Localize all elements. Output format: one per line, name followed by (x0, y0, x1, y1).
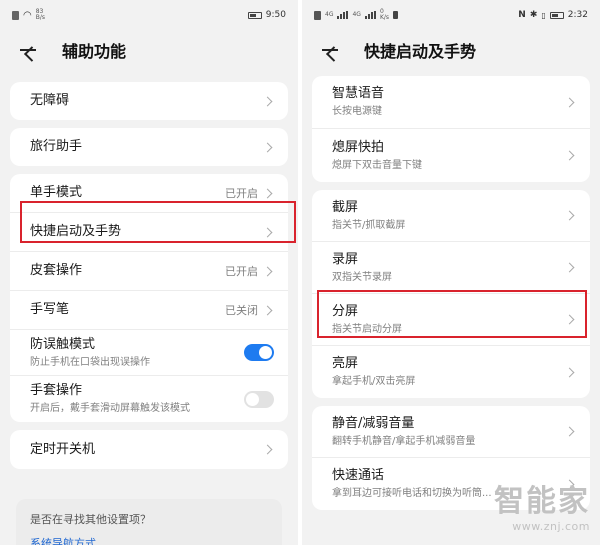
suggestion-question: 是否在寻找其他设置项？ (30, 513, 151, 526)
row-title: 录屏 (332, 251, 359, 267)
row-title: 定时开关机 (30, 441, 96, 457)
row-title: 分屏 (332, 303, 359, 319)
clock: 9:50 (265, 10, 286, 20)
row-title: 快速通话 (332, 468, 385, 483)
chevron-right-icon (564, 150, 575, 161)
row-smart-voice[interactable]: 智慧语音 长按电源键 (312, 76, 590, 129)
row-subtitle: 防止手机在口袋出现误操作 (30, 356, 150, 368)
row-title: 手套操作 (30, 383, 83, 398)
row-title: 无障碍 (30, 93, 70, 108)
wifi-icon: ◠ (23, 9, 32, 21)
row-accidental-touch[interactable]: 防误触模式 防止手机在口袋出现误操作 (10, 330, 288, 376)
watermark: 智能家 www.znj.com (494, 484, 590, 534)
sim-icon (314, 10, 321, 20)
status-bar: 4G 4G 0 K/s N ✱ ▯ 2:32 (302, 0, 600, 30)
battery-icon (247, 11, 262, 19)
row-mute-volume[interactable]: 静音/减弱音量 翻转手机静音/拿起手机减弱音量 (312, 406, 590, 458)
row-scheduled-power[interactable]: 定时开关机 (10, 430, 288, 469)
row-title: 截屏 (332, 199, 359, 215)
row-subtitle: 指关节/抓取截屏 (332, 219, 406, 231)
signal-icon (337, 11, 349, 19)
glove-mode-toggle[interactable] (244, 390, 274, 408)
chevron-right-icon (262, 227, 273, 237)
bluetooth-icon: ✱ (529, 10, 538, 20)
row-title: 单手模式 (30, 185, 83, 200)
row-status: 已开启 (225, 187, 258, 200)
page-title: 快捷启动及手势 (364, 42, 477, 61)
row-status: 已关闭 (225, 304, 258, 317)
row-title: 亮屏 (332, 356, 359, 371)
chevron-right-icon (262, 266, 273, 276)
row-subtitle: 长按电源键 (332, 106, 382, 117)
chevron-right-icon (564, 314, 575, 325)
row-subtitle: 翻转手机静音/拿起手机减弱音量 (332, 435, 476, 447)
battery-icon (549, 11, 564, 19)
row-accessibility[interactable]: 无障碍 (10, 82, 288, 120)
settings-group: 截屏 指关节/抓取截屏 录屏 双指关节录屏 分屏 指关节启动分屏 亮屏 拿起手机… (312, 190, 590, 398)
chevron-right-icon (262, 142, 273, 152)
left-screen: ◠ 83 B/s 9:50 辅助功能 无障碍 旅行助手 单手模式 已开启 快捷启… (0, 0, 298, 545)
row-stylus[interactable]: 手写笔 已关闭 (10, 291, 288, 330)
chevron-right-icon (564, 426, 575, 437)
row-split-screen[interactable]: 分屏 指关节启动分屏 (312, 294, 590, 346)
row-subtitle: 熄屏下双击音量下键 (332, 159, 422, 171)
status-bar: ◠ 83 B/s 9:50 (0, 0, 298, 30)
row-title: 智慧语音 (332, 86, 385, 101)
row-subtitle: 双指关节录屏 (332, 271, 392, 283)
right-screen: 4G 4G 0 K/s N ✱ ▯ 2:32 快捷启动及手势 智慧语音 长按电源… (302, 0, 600, 545)
vibrate-icon: ▯ (541, 10, 546, 20)
row-title: 防误触模式 (30, 336, 96, 352)
settings-group: 无障碍 (10, 82, 288, 120)
row-glove-mode[interactable]: 手套操作 开启后，戴手套滑动屏幕触发该模式 (10, 376, 288, 422)
row-title: 快捷启动及手势 (30, 224, 122, 239)
chevron-right-icon (564, 210, 575, 221)
row-title: 静音/减弱音量 (332, 415, 415, 431)
net-speed-unit: B/s (35, 14, 45, 21)
chevron-right-icon (262, 444, 273, 455)
row-title: 旅行助手 (30, 139, 83, 154)
row-wake-screen[interactable]: 亮屏 拿起手机/双击亮屏 (312, 346, 590, 398)
row-subtitle: 开启后，戴手套滑动屏幕触发该模式 (30, 403, 190, 414)
notification-icon (393, 11, 399, 19)
watermark-url: www.znj.com (512, 520, 590, 533)
settings-group: 定时开关机 (10, 430, 288, 469)
back-arrow-icon[interactable] (18, 40, 38, 60)
chevron-right-icon (564, 97, 575, 107)
nav-method-link[interactable]: 系统导航方式 (30, 535, 268, 545)
row-subtitle: 拿起手机/双击亮屏 (332, 376, 416, 387)
row-status: 已开启 (225, 265, 258, 278)
row-shortcuts-gestures[interactable]: 快捷启动及手势 (10, 213, 288, 252)
row-title: 熄屏快拍 (332, 139, 385, 155)
network-type: 4G (352, 11, 361, 18)
settings-group: 单手模式 已开启 快捷启动及手势 皮套操作 已开启 手写笔 已关闭 防误触模式 (10, 174, 288, 422)
clock: 2:32 (567, 10, 588, 20)
chevron-right-icon (262, 96, 273, 106)
chevron-right-icon (262, 188, 273, 198)
row-travel-assistant[interactable]: 旅行助手 (10, 128, 288, 166)
row-one-hand-mode[interactable]: 单手模式 已开启 (10, 174, 288, 213)
row-subtitle: 指关节启动分屏 (332, 323, 402, 335)
chevron-right-icon (564, 262, 575, 273)
row-screenshot[interactable]: 截屏 指关节/抓取截屏 (312, 190, 590, 242)
network-type: 4G (325, 11, 334, 18)
net-speed-unit: K/s (379, 14, 390, 21)
chevron-right-icon (262, 305, 273, 315)
nfc-icon: N (518, 10, 526, 20)
chevron-right-icon (564, 367, 575, 377)
signal-icon (364, 11, 376, 19)
back-arrow-icon[interactable] (320, 40, 340, 60)
suggestion-card: 是否在寻找其他设置项？ 系统导航方式 (16, 499, 282, 545)
settings-group: 智慧语音 长按电源键 熄屏快拍 熄屏下双击音量下键 (312, 76, 590, 182)
sim-icon (12, 10, 19, 20)
row-cover-operation[interactable]: 皮套操作 已开启 (10, 252, 288, 291)
settings-group: 旅行助手 (10, 128, 288, 166)
row-title: 皮套操作 (30, 263, 83, 278)
row-title: 手写笔 (30, 302, 70, 317)
page-title: 辅助功能 (62, 42, 127, 61)
row-screen-record[interactable]: 录屏 双指关节录屏 (312, 242, 590, 294)
watermark-brand: 智能家 (494, 484, 590, 519)
accidental-touch-toggle[interactable] (244, 344, 274, 361)
row-quick-snap[interactable]: 熄屏快拍 熄屏下双击音量下键 (312, 129, 590, 182)
